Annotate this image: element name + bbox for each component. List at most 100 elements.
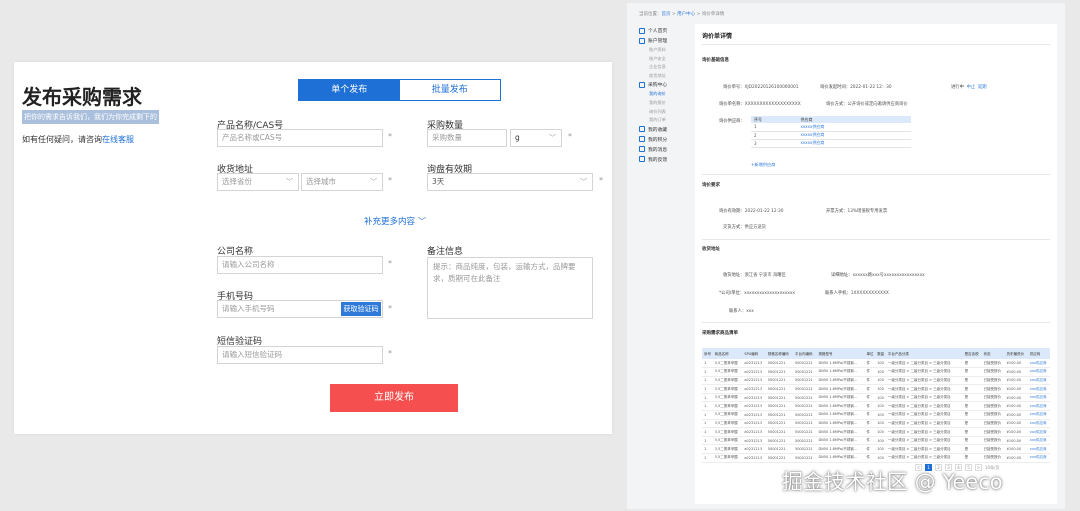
city-select[interactable]: 选择城市 ﹀ [301,173,383,191]
publish-mode-tabs: 单个发布 批量发布 [298,79,501,101]
goods-cell: 50001221 [792,427,817,437]
goods-cell: 一级分类目 > 二级分类目 > 三级分类目 [885,436,963,446]
account-icon [639,37,645,44]
qty-input[interactable]: 采购数量 [427,129,507,147]
sms-code-input[interactable]: 请输入短信验证码 [217,346,383,364]
sidebar-subitem[interactable]: 企业信息 [639,64,691,70]
sidebar-menu-0[interactable]: 个人首页 [639,27,691,34]
sidebar-subitem[interactable]: 询价列表 [639,109,691,115]
online-service-link[interactable]: 在线客服 [102,135,134,144]
goods-cell: 3,5二氯苯甲酸 [712,367,743,377]
goods-cell: 3,5二氯苯甲酸 [712,384,743,394]
breadcrumb-user-center[interactable]: 用户中心 [677,12,695,17]
heart-icon [639,126,645,133]
goods-cell[interactable]: xxx供应商 [1027,367,1050,377]
breadcrumb-home[interactable]: 首页 [662,12,671,17]
goods-cell: 50001221 [765,419,793,429]
goods-cell[interactable]: xxx供应商 [1027,453,1050,463]
remark-textarea[interactable]: 提示：商品纯度，包装，运输方式，品牌要求，质期可在此备注 [427,257,593,319]
sidebar-menu-4[interactable]: 我的积分 [639,136,691,143]
goods-cell[interactable]: xxx供应商 [1027,419,1050,429]
cart-icon [639,81,645,88]
inquiry-method: 询价方式：公开询价或定向邀请供应商询价 [826,102,908,107]
goods-cell: 50001221 [765,444,793,455]
goods-cell: 已接受报价 [981,393,1005,403]
goods-cell: DN50 1.6MPa/不锈钢... [816,436,865,446]
goods-cell[interactable]: xxx供应商 [1027,384,1050,394]
tab-single-publish[interactable]: 单个发布 [299,80,400,100]
goods-cell: DN50 1.6MPa/不锈钢... [816,453,865,463]
goods-cell[interactable]: xxx供应商 [1027,436,1050,446]
goods-cell: 50001221 [765,427,793,437]
tab-batch-publish[interactable]: 批量发布 [399,80,500,100]
required-mark: * [568,132,572,141]
goods-cell: DN50 1.6MPa/不锈钢... [816,419,865,429]
delivery-method: 交货方式：供应方送货 [723,225,766,230]
goods-cell[interactable]: xxx供应商 [1027,376,1050,386]
goods-cell: 1 [702,410,713,420]
goods-cell: ¥100.00 [1004,453,1028,463]
publish-submit-button[interactable]: 立即发布 [330,384,458,412]
goods-cell: 是 [962,410,982,420]
goods-cell: 50001221 [765,393,793,403]
inquiry-deadline: 询价有效期：2022-01-22 12:30 [719,209,784,214]
goods-cell: 件 [864,376,876,386]
sidebar-subitem[interactable]: 账户安全 [639,56,691,62]
goods-cell: 50001221 [765,359,793,369]
goods-cell: 100 [875,453,886,463]
goods-cell: 100 [875,444,886,455]
section-goods-list: 采购需求商品清单 [702,331,738,336]
sidebar-menu-1[interactable]: 账户管理 [639,37,691,44]
get-code-button[interactable]: 获取验证码 [341,302,381,316]
show-more-link[interactable]: 补充更多内容 ﹀ [364,215,426,227]
goods-cell[interactable]: xxx供应商 [1027,444,1050,455]
goods-cell: 件 [864,401,876,412]
goods-cell: a0231213 [742,384,766,394]
goods-cell: DN50 1.6MPa/不锈钢... [816,384,865,394]
supplier-name-link[interactable]: xxxxx供应商 [797,131,911,140]
sidebar-subitem[interactable]: 账户资料 [639,47,691,53]
goods-cell[interactable]: xxx供应商 [1027,410,1050,420]
goods-cell: 是 [962,427,982,437]
goods-cell: 件 [864,444,876,455]
extend-link[interactable]: 延期 [978,85,987,90]
sidebar-subitem[interactable]: 我的询价 [639,91,691,97]
goods-cell: 已接受报价 [981,376,1005,386]
goods-cell: 1 [702,436,713,446]
goods-cell: a0231213 [742,401,766,412]
company-input[interactable]: 请输入公司名称 [217,256,383,274]
sidebar-menu-2[interactable]: 采购中心 [639,81,691,88]
goods-cell: 一级分类目 > 二级分类目 > 三级分类目 [885,367,963,377]
goods-cell[interactable]: xxx供应商 [1027,427,1050,437]
product-input[interactable]: 产品名称或CAS号 [217,129,383,147]
goods-cell[interactable]: xxx供应商 [1027,393,1050,403]
goods-cell: 3,5二氯苯甲酸 [712,359,743,369]
goods-cell: a0231213 [742,410,766,420]
supplier-name-link[interactable]: xxxxx供应商 [797,123,911,132]
sidebar-menu-label: 我的积分 [648,137,668,143]
supplier-index: 3 [751,139,798,148]
goods-cell: 件 [864,436,876,446]
sidebar-subitem[interactable]: 我的报价 [639,100,691,106]
sidebar-menu-6[interactable]: 我的反馈 [639,156,691,163]
goods-cell[interactable]: xxx供应商 [1027,401,1050,412]
goods-cell[interactable]: xxx供应商 [1027,359,1050,369]
validity-select[interactable]: 3天 ﹀ [427,173,593,191]
order-status: 进行中 中止 延期 [951,85,987,90]
sidebar-menu-5[interactable]: 我的消息 [639,146,691,153]
sidebar-subitem[interactable]: 收货地址 [639,73,691,79]
province-select[interactable]: 选择省份 ﹀ [217,173,299,191]
stop-link[interactable]: 中止 [967,85,976,90]
goods-cell: a0231213 [742,453,766,463]
sidebar-menu-3[interactable]: 我的收藏 [639,126,691,133]
supplier-name-link[interactable]: xxxxx供应商 [797,139,911,148]
sidebar-subitem[interactable]: 我的订单 [639,117,691,123]
unit-select[interactable]: g ﹀ [510,129,562,147]
goods-cell: 50001221 [792,393,817,403]
goods-cell: ¥100.00 [1004,436,1028,446]
message-icon [639,146,645,153]
add-supplier-link[interactable]: +新增供应商 [751,162,775,168]
goods-col-header: 单位 [864,348,876,359]
goods-cell: 100 [875,401,886,412]
goods-col-header: 平台内编码 [792,348,817,359]
